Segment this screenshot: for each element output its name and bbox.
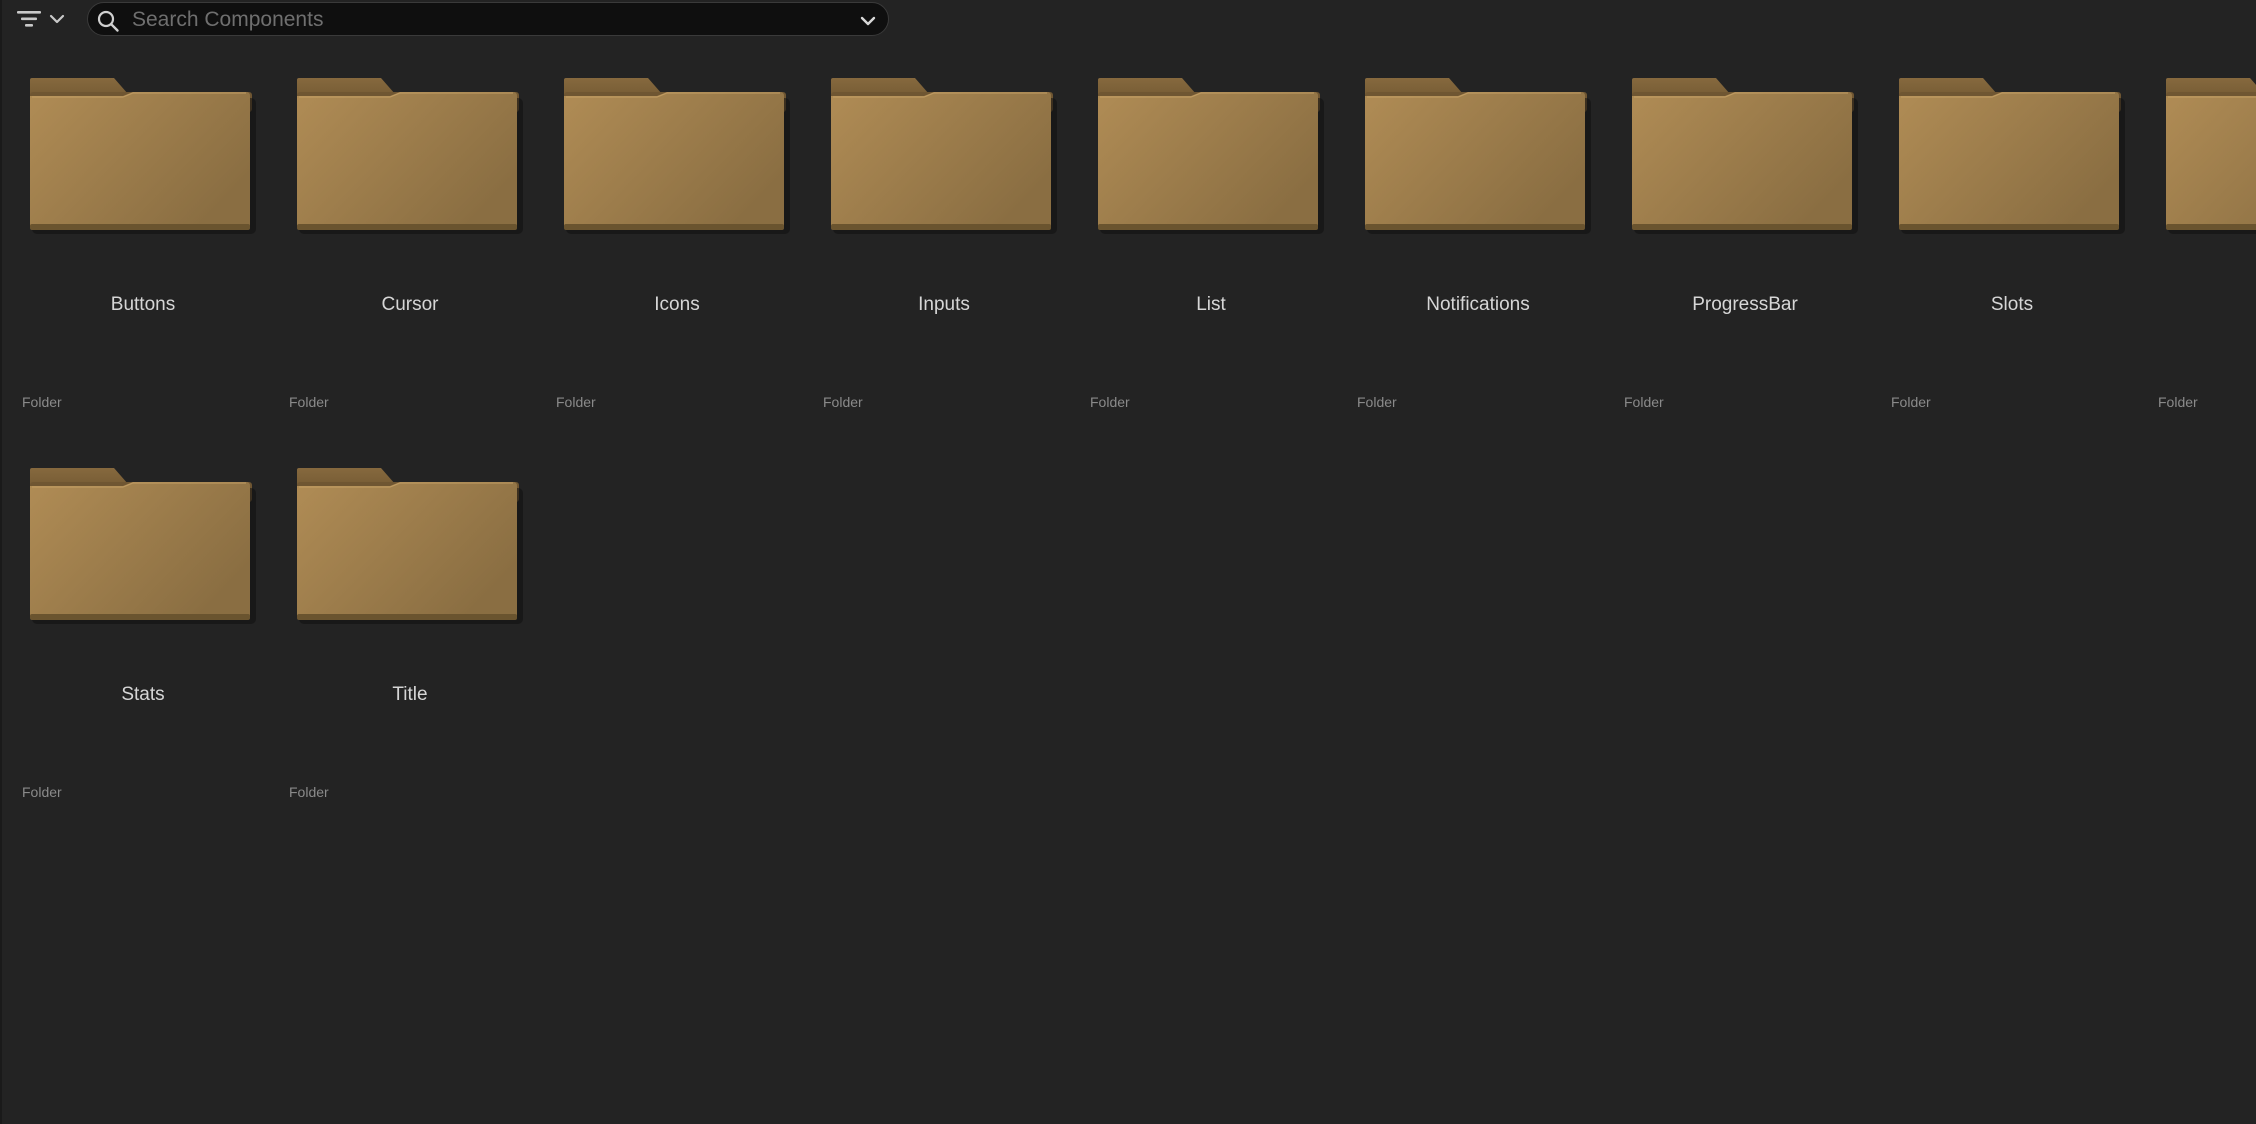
folder-name: Cursor — [381, 294, 439, 315]
folder-name: Notifications — [1426, 294, 1530, 315]
folder-name: Title — [392, 684, 428, 705]
folder-name: Icons — [654, 294, 700, 315]
folder-tile[interactable]: Notifications Folder — [1357, 76, 1625, 466]
folder-icon — [29, 77, 257, 235]
folder-tile[interactable]: S Folder — [2158, 76, 2256, 466]
folder-type: Folder — [22, 784, 62, 800]
folder-type: Folder — [1090, 394, 1130, 410]
folder-name: S — [2158, 294, 2256, 316]
folder-tile[interactable]: ProgressBar Folder — [1624, 76, 1892, 466]
folder-icon — [1631, 77, 1859, 235]
folder-type: Folder — [556, 394, 596, 410]
folder-icon — [830, 77, 1058, 235]
folder-icon — [563, 77, 791, 235]
folder-type: Folder — [1624, 394, 1664, 410]
folder-tile[interactable]: Slots Folder — [1891, 76, 2159, 466]
folder-icon — [1898, 77, 2126, 235]
folder-icon — [29, 467, 257, 625]
folder-name: ProgressBar — [1692, 294, 1798, 315]
content-browser: Buttons Folder Cursor Folder Icons Folde… — [0, 0, 2256, 1124]
folder-icon — [2165, 77, 2256, 235]
folder-type: Folder — [289, 394, 329, 410]
folder-tile[interactable]: Buttons Folder — [22, 76, 290, 466]
folder-name: Stats — [121, 684, 165, 705]
folder-tile[interactable]: Stats Folder — [22, 466, 290, 856]
folder-tile[interactable]: Title Folder — [289, 466, 557, 856]
folder-tile[interactable]: Icons Folder — [556, 76, 824, 466]
folder-type: Folder — [22, 394, 62, 410]
folder-type: Folder — [1891, 394, 1931, 410]
folder-tile[interactable]: Inputs Folder — [823, 76, 1091, 466]
folder-type: Folder — [2158, 394, 2198, 410]
folder-icon — [296, 467, 524, 625]
folder-name: Inputs — [918, 294, 970, 315]
folder-type: Folder — [1357, 394, 1397, 410]
folder-name: Buttons — [110, 294, 176, 315]
folder-name: Slots — [1990, 294, 2034, 315]
folder-grid: Buttons Folder Cursor Folder Icons Folde… — [0, 0, 2256, 1124]
folder-tile[interactable]: Cursor Folder — [289, 76, 557, 466]
folder-name: List — [1196, 294, 1226, 315]
folder-type: Folder — [823, 394, 863, 410]
folder-type: Folder — [289, 784, 329, 800]
folder-icon — [1097, 77, 1325, 235]
folder-icon — [1364, 77, 1592, 235]
folder-tile[interactable]: List Folder — [1090, 76, 1358, 466]
folder-icon — [296, 77, 524, 235]
